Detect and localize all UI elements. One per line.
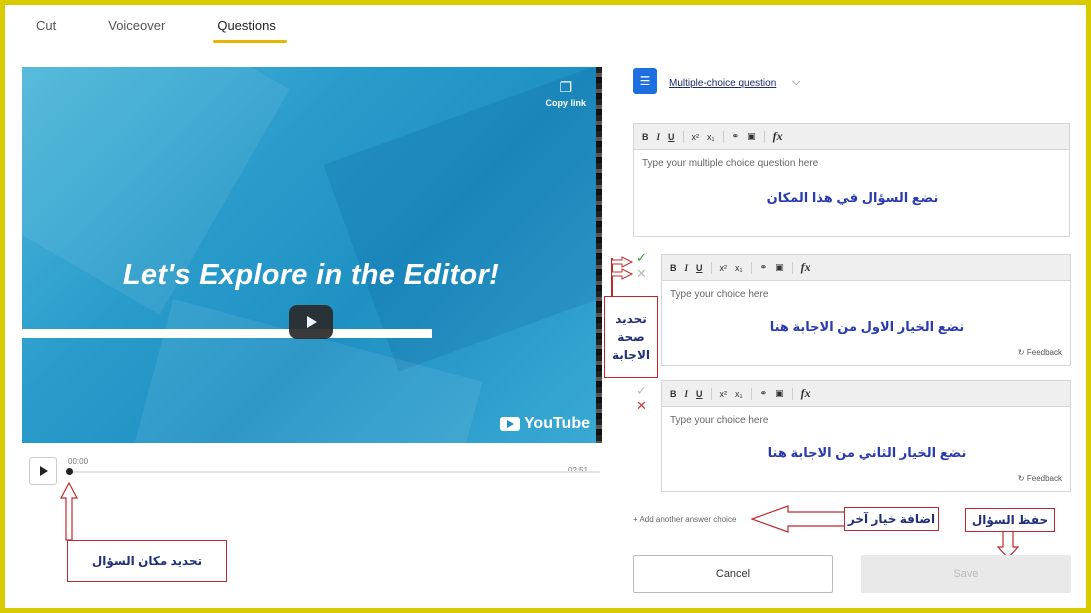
callout-line: تحديد bbox=[615, 312, 647, 326]
link-button[interactable]: ⚭ bbox=[760, 262, 768, 273]
callout-line: الاجابة bbox=[612, 348, 650, 362]
formula-button[interactable]: fx bbox=[801, 260, 811, 275]
superscript-button[interactable]: x² bbox=[720, 389, 728, 399]
question-toolbar: B I U x² x₁ ⚭ ▣ fx bbox=[634, 124, 1069, 150]
toolbar-separator bbox=[710, 261, 712, 274]
mark-incorrect-icon[interactable]: ✕ bbox=[636, 266, 647, 282]
image-button[interactable]: ▣ bbox=[775, 262, 784, 273]
annotation-choice-1: نضع الخيار الاول من الاجابة هنا bbox=[769, 319, 965, 334]
chevron-down-icon[interactable]: ⌵ bbox=[792, 76, 800, 89]
choice-placeholder: Type your choice here bbox=[670, 289, 769, 300]
choice-editor-1[interactable]: B I U x² x₁ ⚭ ▣ fx Type your choice here… bbox=[661, 254, 1071, 366]
subscript-button[interactable]: x₁ bbox=[707, 132, 715, 142]
callout-line: صحة bbox=[617, 330, 645, 344]
callout-save-question: حفظ السؤال bbox=[965, 508, 1055, 532]
feedback-icon: ↻ bbox=[1017, 474, 1027, 483]
mark-correct-icon[interactable]: ✓ bbox=[636, 250, 647, 266]
feedback-button[interactable]: ↻ Feedback bbox=[1018, 474, 1062, 483]
choice-toolbar: B I U x² x₁ ⚭ ▣ fx bbox=[662, 381, 1070, 407]
arrow-save bbox=[996, 530, 1020, 559]
question-editor[interactable]: B I U x² x₁ ⚭ ▣ fx Type your multiple ch… bbox=[633, 123, 1070, 237]
cancel-button[interactable]: Cancel bbox=[633, 555, 833, 593]
image-button[interactable]: ▣ bbox=[775, 388, 784, 399]
list-icon[interactable]: ☰ bbox=[633, 68, 657, 94]
callout-add-choice: اضافة خيار آخر bbox=[844, 507, 939, 531]
choice-placeholder: Type your choice here bbox=[670, 415, 769, 426]
italic-button[interactable]: I bbox=[685, 389, 689, 399]
bold-button[interactable]: B bbox=[670, 389, 677, 399]
question-type-dropdown[interactable]: Multiple-choice question bbox=[669, 78, 776, 89]
arrow-up-timeline bbox=[60, 481, 78, 541]
toolbar-separator bbox=[791, 261, 793, 274]
link-button[interactable]: ⚭ bbox=[732, 131, 740, 142]
choice-editor-2[interactable]: B I U x² x₁ ⚭ ▣ fx Type your choice here… bbox=[661, 380, 1071, 492]
formula-button[interactable]: fx bbox=[773, 129, 783, 144]
underline-button[interactable]: U bbox=[696, 263, 703, 273]
toolbar-separator bbox=[791, 387, 793, 400]
callout-question-position: تحديد مكان السؤال bbox=[67, 540, 227, 582]
italic-button[interactable]: I bbox=[657, 132, 661, 142]
feedback-label: Feedback bbox=[1026, 474, 1062, 483]
superscript-button[interactable]: x² bbox=[720, 263, 728, 273]
choice-toolbar: B I U x² x₁ ⚭ ▣ fx bbox=[662, 255, 1070, 281]
feedback-label: Feedback bbox=[1026, 348, 1062, 357]
italic-button[interactable]: I bbox=[685, 263, 689, 273]
save-button[interactable]: Save bbox=[861, 555, 1071, 593]
arrow-incorrect bbox=[612, 268, 634, 280]
subscript-button[interactable]: x₁ bbox=[735, 263, 743, 273]
feedback-icon: ↻ bbox=[1017, 348, 1027, 357]
add-answer-choice-link[interactable]: + Add another answer choice bbox=[633, 515, 736, 524]
toolbar-separator bbox=[682, 130, 684, 143]
annotation-choice-2: نضع الخيار الثاني من الاجابة هنا bbox=[767, 445, 967, 460]
bold-button[interactable]: B bbox=[642, 132, 649, 142]
toolbar-separator bbox=[722, 130, 724, 143]
underline-button[interactable]: U bbox=[668, 132, 675, 142]
toolbar-separator bbox=[710, 387, 712, 400]
formula-button[interactable]: fx bbox=[801, 386, 811, 401]
toolbar-separator bbox=[750, 261, 752, 274]
mark-correct-icon[interactable]: ✓ bbox=[636, 383, 647, 399]
link-button[interactable]: ⚭ bbox=[760, 388, 768, 399]
mark-incorrect-icon[interactable]: ✕ bbox=[636, 398, 647, 414]
underline-button[interactable]: U bbox=[696, 389, 703, 399]
bold-button[interactable]: B bbox=[670, 263, 677, 273]
superscript-button[interactable]: x² bbox=[692, 132, 700, 142]
feedback-button[interactable]: ↻ Feedback bbox=[1018, 348, 1062, 357]
subscript-button[interactable]: x₁ bbox=[735, 389, 743, 399]
image-button[interactable]: ▣ bbox=[747, 131, 756, 142]
annotation-question-area: نضع السؤال في هذا المكان bbox=[766, 190, 939, 205]
arrow-correct bbox=[612, 256, 634, 268]
toolbar-separator bbox=[750, 387, 752, 400]
question-placeholder: Type your multiple choice question here bbox=[642, 158, 819, 169]
toolbar-separator bbox=[763, 130, 765, 143]
callout-answer-correctness: تحديد صحة الاجابة bbox=[604, 296, 658, 378]
